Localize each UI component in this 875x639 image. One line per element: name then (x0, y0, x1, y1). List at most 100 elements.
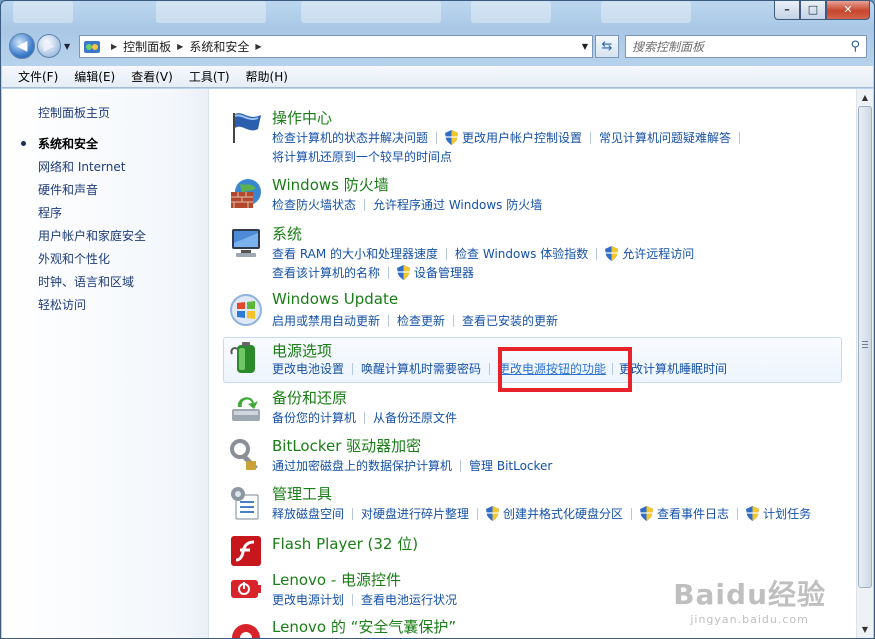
category-title[interactable]: 管理工具 (272, 483, 332, 504)
recent-pages-dropdown-icon[interactable]: ▼ (64, 42, 70, 51)
computer-icon (232, 229, 260, 257)
task-link[interactable]: 备份您的计算机 (272, 409, 356, 426)
search-icon[interactable]: ⚲ (850, 39, 860, 54)
breadcrumb-arrow-icon[interactable]: ▶ (255, 42, 261, 51)
task-link[interactable]: 对硬盘进行碎片整理 (361, 505, 469, 522)
task-link[interactable]: 唤醒计算机时需要密码 (361, 360, 481, 377)
watermark-url: jingyan.baidu.com (690, 613, 809, 626)
battery-icon (230, 342, 255, 373)
forward-button[interactable]: ▶ (37, 34, 61, 58)
task-link[interactable]: 查看已安装的更新 (462, 312, 558, 329)
divider (460, 459, 462, 472)
menu-view[interactable]: 查看(V) (123, 68, 181, 85)
divider (352, 593, 354, 606)
search-box[interactable]: ⚲ (625, 35, 867, 58)
divider (489, 362, 491, 375)
task-link[interactable]: 设备管理器 (414, 264, 474, 281)
menu-edit[interactable]: 编辑(E) (66, 68, 123, 85)
category-title[interactable]: Lenovo - 电源控件 (272, 569, 401, 590)
refresh-icon: ⇆ (601, 39, 613, 54)
scroll-up-icon[interactable]: ▲ (857, 89, 873, 106)
sidebar-item-clock-region[interactable]: 时钟、语言和区域 (38, 274, 146, 297)
category-title[interactable]: 操作中心 (272, 107, 332, 128)
watermark-logo: Baidu经验 (673, 578, 826, 611)
uac-shield-icon (605, 246, 619, 261)
menu-file[interactable]: 文件(F) (10, 68, 66, 85)
category-title[interactable]: Windows 防火墙 (272, 174, 389, 195)
task-link[interactable]: 允许程序通过 Windows 防火墙 (373, 196, 542, 213)
sidebar-item-programs[interactable]: 程序 (38, 205, 146, 228)
scroll-thumb[interactable] (858, 106, 872, 588)
task-link[interactable]: 检查更新 (397, 312, 445, 329)
task-link[interactable]: 允许远程访问 (622, 245, 694, 262)
flash-icon (231, 536, 261, 566)
task-link[interactable]: 更改用户帐户控制设置 (462, 129, 582, 146)
arrow-left-icon: ◀ (16, 38, 28, 54)
uac-shield-icon (486, 506, 500, 521)
menu-tools[interactable]: 工具(T) (181, 68, 238, 85)
sidebar-item-hardware[interactable]: 硬件和声音 (38, 182, 146, 205)
task-link[interactable]: 查看事件日志 (657, 505, 729, 522)
category-firewall: Windows 防火墙 检查防火墙状态 允许程序通过 Windows 防火墙 (224, 174, 842, 222)
category-title[interactable]: 备份和还原 (272, 387, 347, 408)
task-link[interactable]: 启用或禁用自动更新 (272, 312, 380, 329)
task-link[interactable]: 更改电源计划 (272, 591, 344, 608)
bitlocker-key-icon (230, 439, 258, 470)
baidu-watermark: Baidu经验 jingyan.baidu.com (673, 573, 826, 626)
task-link[interactable]: 管理 BitLocker (469, 457, 552, 474)
breadcrumb-arrow-icon[interactable]: ▶ (177, 42, 183, 51)
task-link[interactable]: 查看该计算机的名称 (272, 264, 380, 281)
maximize-button[interactable]: □ (800, 1, 826, 20)
breadcrumb-control-panel[interactable]: 控制面板 (123, 38, 171, 55)
divider (364, 411, 366, 424)
task-link[interactable]: 检查计算机的状态并解决问题 (272, 129, 428, 146)
category-title[interactable]: BitLocker 驱动器加密 (272, 435, 421, 456)
task-link[interactable]: 更改计算机睡眠时间 (619, 360, 727, 377)
sidebar-item-user-accounts[interactable]: 用户帐户和家庭安全 (38, 228, 146, 251)
category-title[interactable]: Flash Player (32 位) (272, 533, 418, 554)
windows-update-icon (230, 294, 262, 326)
divider (388, 314, 390, 327)
minimize-button[interactable]: – (774, 1, 800, 20)
task-link[interactable]: 常见计算机问题疑难解答 (599, 129, 731, 146)
sidebar-item-appearance[interactable]: 外观和个性化 (38, 251, 146, 274)
task-link[interactable]: 计划任务 (763, 505, 811, 522)
address-bar[interactable]: ▶ 控制面板 ▶ 系统和安全 ▶ ▼ (79, 35, 593, 58)
divider (590, 131, 592, 144)
category-title[interactable]: 电源选项 (272, 340, 332, 361)
sidebar-home-link[interactable]: 控制面板主页 (38, 104, 110, 121)
highlight-box (498, 347, 632, 392)
task-link[interactable]: 从备份还原文件 (373, 409, 457, 426)
category-title[interactable]: 系统 (272, 223, 302, 244)
divider (436, 131, 438, 144)
refresh-button[interactable]: ⇆ (595, 35, 619, 58)
breadcrumb-system-security[interactable]: 系统和安全 (189, 38, 249, 55)
sidebar-item-network[interactable]: 网络和 Internet (38, 159, 146, 182)
vertical-scrollbar[interactable]: ▲ ▼ (856, 89, 873, 638)
task-link[interactable]: 更改电池设置 (272, 360, 344, 377)
address-dropdown-icon[interactable]: ▼ (582, 42, 588, 51)
back-button[interactable]: ◀ (9, 33, 35, 59)
task-link[interactable]: 检查 Windows 体验指数 (455, 245, 588, 262)
scroll-down-icon[interactable]: ▼ (857, 621, 873, 638)
category-title[interactable]: Lenovo 的 “安全气囊保护” (272, 616, 456, 637)
flag-icon (233, 113, 261, 143)
task-link[interactable]: 检查防火墙状态 (272, 196, 356, 213)
divider (352, 362, 354, 375)
sidebar-item-ease-of-access[interactable]: 轻松访问 (38, 297, 146, 320)
menu-help[interactable]: 帮助(H) (238, 68, 296, 85)
category-title[interactable]: Windows Update (272, 290, 398, 308)
divider (388, 266, 390, 279)
search-input[interactable] (632, 39, 822, 54)
divider (737, 507, 739, 520)
task-link[interactable]: 查看电池运行状况 (361, 591, 457, 608)
task-link[interactable]: 将计算机还原到一个较早的时间点 (272, 148, 452, 165)
task-link[interactable]: 通过加密磁盘上的数据保护计算机 (272, 457, 452, 474)
task-link[interactable]: 创建并格式化硬盘分区 (503, 505, 623, 522)
breadcrumb-arrow-icon[interactable]: ▶ (111, 42, 117, 51)
sidebar-item-system-security[interactable]: 系统和安全 (21, 136, 146, 159)
title-blur (301, 1, 441, 23)
task-link[interactable]: 查看 RAM 的大小和处理器速度 (272, 245, 438, 262)
task-link[interactable]: 释放磁盘空间 (272, 505, 344, 522)
close-button[interactable]: ✕ (826, 1, 870, 20)
